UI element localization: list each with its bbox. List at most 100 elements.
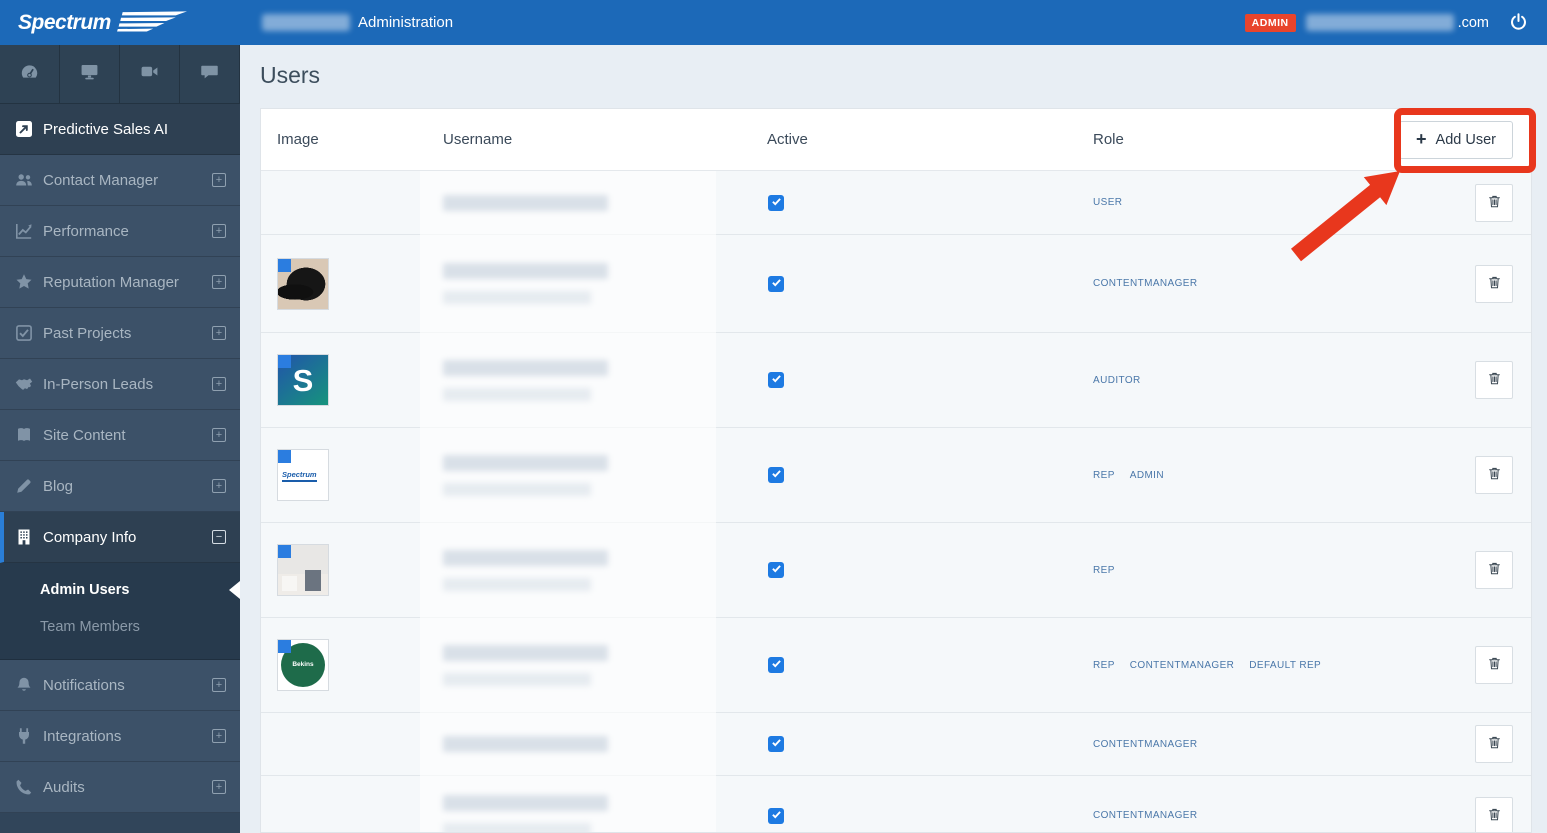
sidebar-tab-video-camera[interactable] — [120, 45, 180, 103]
user-image-spectrum-logo[interactable]: Spectrum — [277, 449, 329, 501]
external-link-icon — [14, 119, 34, 139]
column-header-active: Active — [767, 131, 808, 148]
sidebar-item-in-person-leads[interactable]: In-Person Leads + — [0, 359, 240, 410]
power-icon — [1510, 12, 1527, 33]
delete-user-button[interactable] — [1475, 551, 1513, 589]
role-cell: USER — [1093, 197, 1381, 208]
active-cell — [767, 657, 1093, 673]
username-cell — [443, 736, 767, 752]
expand-plus-icon[interactable]: + — [212, 377, 226, 391]
users-icon — [14, 170, 34, 190]
actions-cell — [1381, 264, 1531, 303]
expand-plus-icon[interactable]: + — [212, 729, 226, 743]
sidebar-item-blog[interactable]: Blog + — [0, 461, 240, 512]
sidebar-item-performance[interactable]: Performance + — [0, 206, 240, 257]
pencil-icon — [14, 476, 34, 496]
sidebar-item-audits[interactable]: Audits + — [0, 762, 240, 813]
delete-user-button[interactable] — [1475, 183, 1513, 222]
active-checkbox[interactable] — [768, 657, 784, 673]
sidebar-item-company-info[interactable]: Company Info − — [0, 512, 240, 563]
expand-plus-icon[interactable]: + — [212, 780, 226, 794]
column-header-username: Username — [443, 131, 513, 148]
active-cell — [767, 372, 1093, 388]
sidebar-tab-desktop[interactable] — [60, 45, 120, 103]
star-icon — [14, 272, 34, 292]
role-badge: DEFAULT REP — [1249, 659, 1322, 671]
add-user-button[interactable]: + Add User — [1399, 121, 1513, 159]
sidebar-item-label: Blog — [43, 477, 74, 495]
sidebar-tab-chat[interactable] — [180, 45, 240, 103]
table-row: USER — [261, 171, 1531, 235]
thumbnail-corner-badge — [278, 545, 291, 558]
username-redacted — [443, 359, 608, 401]
active-checkbox[interactable] — [768, 372, 784, 388]
active-checkbox[interactable] — [768, 467, 784, 483]
active-cell — [767, 275, 1093, 293]
page-title: Users — [260, 62, 321, 88]
sidebar-item-reputation-manager[interactable]: Reputation Manager + — [0, 257, 240, 308]
user-image-s-logo[interactable]: S — [277, 354, 329, 406]
sidebar-item-label: Audits — [43, 778, 85, 796]
active-cell — [767, 562, 1093, 578]
user-image-bekins-badge[interactable]: Bekins — [277, 639, 329, 691]
expand-plus-icon[interactable]: + — [212, 173, 226, 187]
expand-plus-icon[interactable]: + — [212, 479, 226, 493]
active-cell — [767, 807, 1093, 824]
username-cell — [443, 194, 767, 211]
logout-power-button[interactable] — [1505, 10, 1531, 36]
username-redacted — [443, 644, 608, 686]
sidebar-item-past-projects[interactable]: Past Projects + — [0, 308, 240, 359]
expand-plus-icon[interactable]: + — [212, 326, 226, 340]
active-checkbox[interactable] — [768, 562, 784, 578]
username-cell — [443, 795, 767, 832]
dashboard-icon — [20, 62, 39, 86]
plus-icon: + — [1416, 129, 1427, 149]
collapse-minus-icon[interactable]: − — [212, 530, 226, 544]
role-cell: REP — [1093, 565, 1381, 576]
expand-plus-icon[interactable]: + — [212, 678, 226, 692]
delete-user-button[interactable] — [1475, 361, 1513, 399]
user-image-cat-photo[interactable] — [277, 257, 329, 310]
chart-icon — [14, 221, 34, 241]
delete-user-button[interactable] — [1475, 796, 1513, 832]
expand-plus-icon[interactable]: + — [212, 224, 226, 238]
active-checkbox[interactable] — [768, 736, 784, 752]
trash-icon — [1487, 807, 1502, 825]
table-row: Bekins REP CONTENTMANAGER DEFAULT REP — [261, 618, 1531, 713]
sidebar-item-notifications[interactable]: Notifications + — [0, 660, 240, 711]
book-icon — [14, 425, 34, 445]
active-checkbox[interactable] — [768, 275, 784, 293]
username-cell — [443, 359, 767, 401]
brand-name: Spectrum — [18, 10, 111, 34]
role-badge: REP — [1093, 469, 1115, 481]
user-image-bathroom-photo[interactable] — [277, 544, 329, 596]
active-checkbox[interactable] — [768, 807, 784, 824]
sidebar-item-label: Site Content — [43, 426, 126, 444]
table-row: CONTENTMANAGER — [261, 713, 1531, 776]
delete-user-button[interactable] — [1475, 646, 1513, 684]
delete-user-button[interactable] — [1475, 725, 1513, 763]
main-content: Users Image Username Active Role + Add U… — [240, 45, 1547, 833]
role-badge: REP — [1093, 564, 1115, 576]
check-icon — [771, 371, 782, 389]
image-cell: Bekins — [261, 639, 443, 691]
check-icon — [771, 275, 782, 293]
role-badge: AUDITOR — [1093, 374, 1141, 386]
trash-icon — [1487, 656, 1502, 674]
actions-cell — [1381, 725, 1531, 763]
sidebar-item-contact-manager[interactable]: Contact Manager + — [0, 155, 240, 206]
delete-user-button[interactable] — [1475, 264, 1513, 303]
brand-logo[interactable]: Spectrum — [0, 0, 240, 45]
sidebar-item-predictive-sales-ai[interactable]: Predictive Sales AI — [0, 104, 240, 155]
sidebar-subitem-admin-users[interactable]: Admin Users — [0, 571, 240, 608]
check-icon — [771, 656, 782, 674]
active-checkbox[interactable] — [768, 194, 784, 211]
expand-plus-icon[interactable]: + — [212, 428, 226, 442]
sidebar-item-integrations[interactable]: Integrations + — [0, 711, 240, 762]
sidebar-item-site-content[interactable]: Site Content + — [0, 410, 240, 461]
expand-plus-icon[interactable]: + — [212, 275, 226, 289]
sidebar-tab-dashboard[interactable] — [0, 45, 60, 103]
sidebar-subitem-team-members[interactable]: Team Members — [0, 608, 240, 645]
delete-user-button[interactable] — [1475, 456, 1513, 494]
actions-cell — [1381, 183, 1531, 222]
